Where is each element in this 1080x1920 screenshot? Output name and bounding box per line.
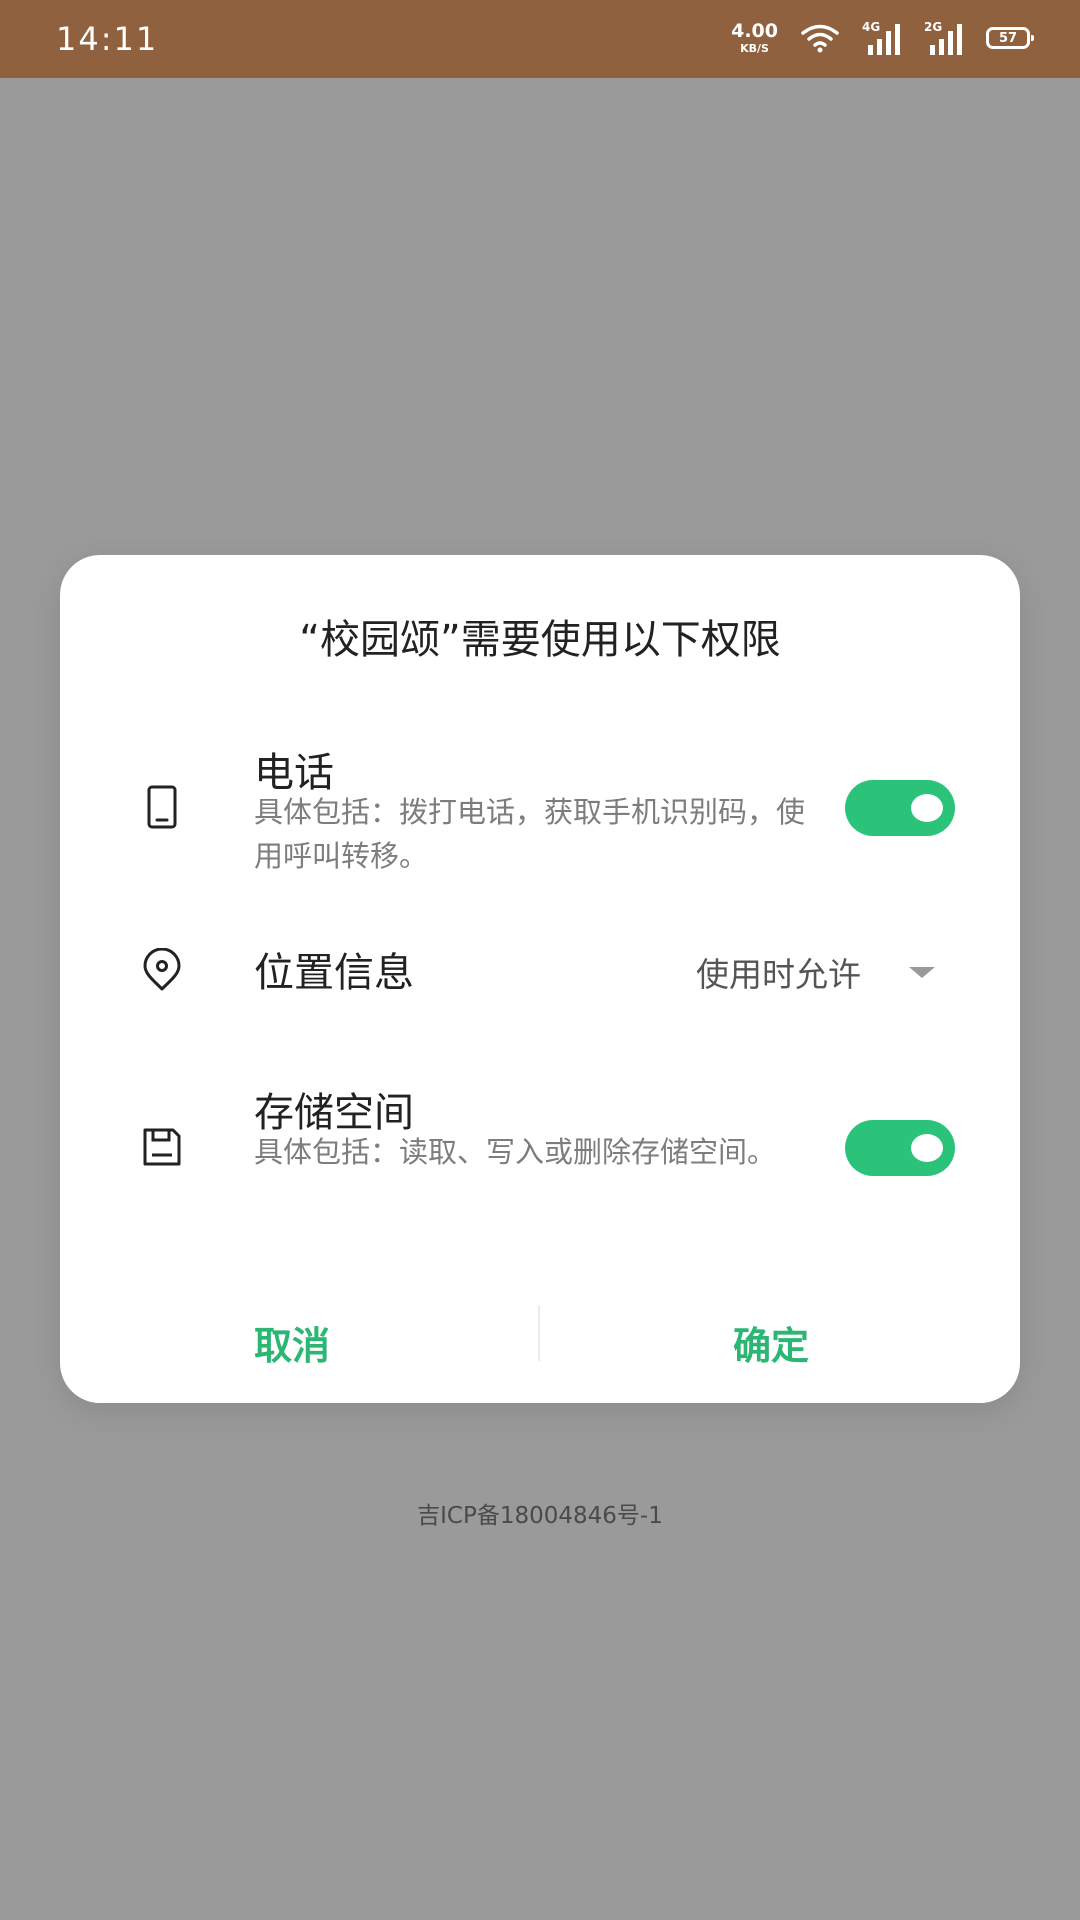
- location-icon: [143, 948, 181, 991]
- permission-description: 具体包括：读取、写入或删除存储空间。: [254, 1135, 777, 1169]
- location-permission-value: 使用时允许: [696, 955, 861, 994]
- icp-footer: 吉ICP备18004846号-1: [417, 1503, 663, 1529]
- toggle-knob: [911, 794, 943, 822]
- network-speed-value: 4.00: [731, 20, 778, 42]
- battery-icon: 57: [986, 27, 1034, 49]
- confirm-button[interactable]: 确定: [733, 1315, 809, 1370]
- storage-icon: [143, 1128, 181, 1166]
- status-icons: 4.00 KB/S 4G 2G 57: [731, 16, 1034, 60]
- phone-icon: [147, 785, 177, 829]
- permission-phone: 电话 具体包括：拨打电话，获取手机识别码，使用呼叫转移。: [60, 740, 1020, 890]
- wifi-icon: [801, 24, 839, 53]
- location-permission-select[interactable]: 使用时允许: [696, 948, 935, 996]
- phone-permission-toggle[interactable]: [845, 780, 955, 836]
- permission-dialog: “校园颂”需要使用以下权限 电话 具体包括：拨打电话，获取手机识别码，使用呼叫转…: [60, 555, 1020, 1403]
- signal-icon: 4G: [862, 21, 902, 55]
- permission-location: 位置信息 使用时允许: [60, 940, 1020, 1010]
- permission-title: 位置信息: [254, 950, 414, 996]
- toggle-knob: [911, 1134, 943, 1162]
- status-time: 14:11: [56, 20, 159, 58]
- dialog-title: “校园颂”需要使用以下权限: [299, 617, 781, 663]
- permission-storage: 存储空间 具体包括：读取、写入或删除存储空间。: [60, 1080, 1020, 1230]
- signal-icon: 2G: [924, 21, 964, 55]
- status-bar: 14:11 4.00 KB/S 4G 2G 57: [0, 0, 1080, 78]
- button-divider: [538, 1305, 540, 1361]
- network-speed-unit: KB/S: [740, 42, 769, 55]
- permission-description: 具体包括：拨打电话，获取手机识别码，使用呼叫转移。: [254, 795, 806, 873]
- cancel-button[interactable]: 取消: [254, 1315, 330, 1370]
- storage-permission-toggle[interactable]: [845, 1120, 955, 1176]
- chevron-down-icon: [909, 966, 935, 978]
- network-speed: 4.00 KB/S: [731, 20, 778, 55]
- battery-level: 57: [998, 30, 1018, 46]
